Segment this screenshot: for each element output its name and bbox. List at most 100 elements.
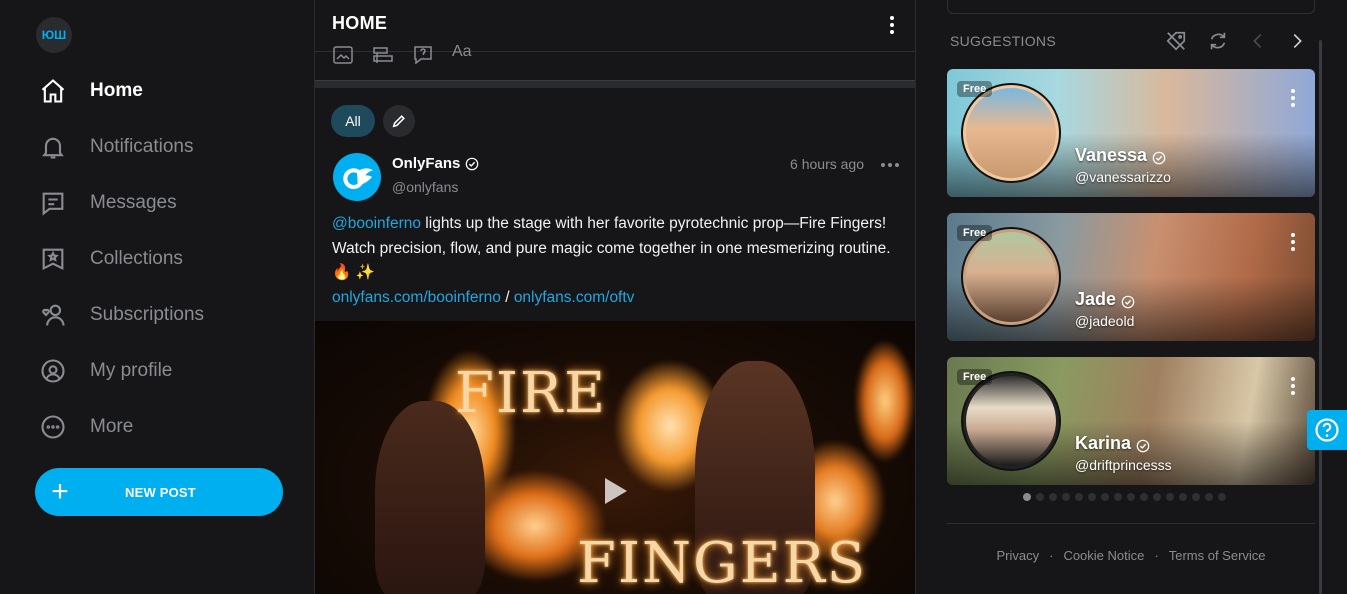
pagination-dot[interactable] <box>1127 493 1135 501</box>
post-header: OnlyFans @onlyfans 6 hours ago <box>333 153 899 203</box>
post-timestamp: 6 hours ago <box>790 156 864 172</box>
pagination-dot[interactable] <box>1023 493 1031 501</box>
message-icon <box>38 188 68 218</box>
sidebar-item-my-profile[interactable]: My profile <box>38 343 204 399</box>
right-column: SUGGESTIONS Free Vanessa @vanessarizzo F… <box>916 0 1347 594</box>
card-menu-icon[interactable] <box>1291 89 1295 107</box>
chevron-right-icon[interactable] <box>1286 30 1308 57</box>
profile-link[interactable]: onlyfans.com/booinferno <box>332 289 501 306</box>
pagination-dot[interactable] <box>1218 493 1226 501</box>
sidebar-item-collections[interactable]: Collections <box>38 231 204 287</box>
pagination-dot[interactable] <box>1166 493 1174 501</box>
new-post-button[interactable]: + NEW POST <box>35 468 283 516</box>
feed-filters: All <box>331 105 415 137</box>
suggestions-title: SUGGESTIONS <box>950 33 1056 49</box>
post-video[interactable]: FIRE FINGERS <box>315 321 915 594</box>
pagination-dot[interactable] <box>1036 493 1044 501</box>
profile-icon <box>38 356 68 386</box>
free-badge: Free <box>957 81 993 97</box>
card-name: Karina <box>1075 433 1150 454</box>
video-title-top: FIRE <box>455 361 608 426</box>
sidebar-item-notifications[interactable]: Notifications <box>38 119 204 175</box>
post-author-handle[interactable]: @onlyfans <box>392 179 458 195</box>
free-badge: Free <box>957 369 993 385</box>
feed-header: HOME <box>315 0 915 52</box>
sidebar-item-label: Home <box>90 80 143 101</box>
sidebar: ЮШ Home Notifications Messages Collectio… <box>0 0 314 594</box>
cookie-notice-link[interactable]: Cookie Notice <box>1063 548 1144 563</box>
quiz-icon[interactable] <box>413 46 435 66</box>
pagination-dot[interactable] <box>1075 493 1083 501</box>
feed: HOME Aa All OnlyFans @onlyfans 6 hours a… <box>314 0 916 594</box>
image-icon[interactable] <box>333 46 355 66</box>
terms-link[interactable]: Terms of Service <box>1169 548 1266 563</box>
edit-filters-button[interactable] <box>383 105 415 137</box>
search-input[interactable] <box>947 0 1315 14</box>
card-name-text: Jade <box>1075 289 1117 309</box>
pagination-dot[interactable] <box>1101 493 1109 501</box>
post-author-name: OnlyFans <box>392 155 461 172</box>
link-separator: / <box>500 288 514 306</box>
free-offer-tag-icon[interactable] <box>1165 30 1187 57</box>
sidebar-nav: Home Notifications Messages Collections … <box>38 63 204 455</box>
poll-icon[interactable] <box>373 46 395 66</box>
pagination-dot[interactable] <box>1205 493 1213 501</box>
sidebar-item-more[interactable]: More <box>38 399 204 455</box>
sidebar-item-label: Notifications <box>90 136 194 157</box>
scrollbar[interactable] <box>1319 40 1322 594</box>
mention-link[interactable]: @booinferno <box>332 215 421 232</box>
verified-icon <box>1136 437 1150 452</box>
divider <box>947 523 1315 524</box>
post-author[interactable]: OnlyFans <box>392 155 479 172</box>
feed-menu-icon[interactable] <box>890 16 894 34</box>
verified-icon <box>1121 293 1135 308</box>
onlyfans-logo-icon <box>343 168 373 190</box>
user-avatar[interactable]: ЮШ <box>36 17 72 53</box>
suggestion-card[interactable]: Free Vanessa @vanessarizzo <box>947 69 1315 197</box>
verified-icon <box>465 157 479 171</box>
suggestion-card[interactable]: Free Karina @driftprincesss <box>947 357 1315 485</box>
pagination-dot[interactable] <box>1192 493 1200 501</box>
help-icon <box>1315 418 1339 442</box>
post-author-avatar[interactable] <box>333 153 381 201</box>
pagination-dot[interactable] <box>1114 493 1122 501</box>
pagination-dot[interactable] <box>1153 493 1161 501</box>
sidebar-item-label: Messages <box>90 192 177 213</box>
card-avatar <box>961 371 1061 471</box>
filter-all-chip[interactable]: All <box>331 105 375 137</box>
post-menu-icon[interactable] <box>881 163 899 167</box>
footer-separator: · <box>1049 548 1054 563</box>
sidebar-item-label: More <box>90 416 134 437</box>
card-name-text: Vanessa <box>1075 145 1148 165</box>
pagination-dot[interactable] <box>1140 493 1148 501</box>
privacy-link[interactable]: Privacy <box>996 548 1039 563</box>
subscriptions-icon <box>38 300 68 330</box>
help-button[interactable] <box>1307 410 1347 450</box>
card-name-text: Karina <box>1075 433 1132 453</box>
card-menu-icon[interactable] <box>1291 233 1295 251</box>
suggestion-card[interactable]: Free Jade @jadeold <box>947 213 1315 341</box>
pagination-dot[interactable] <box>1062 493 1070 501</box>
sidebar-item-messages[interactable]: Messages <box>38 175 204 231</box>
refresh-icon[interactable] <box>1207 30 1229 57</box>
flame-shape <box>855 341 915 461</box>
sidebar-item-subscriptions[interactable]: Subscriptions <box>38 287 204 343</box>
card-menu-icon[interactable] <box>1291 377 1295 395</box>
play-icon[interactable] <box>605 478 627 504</box>
pencil-icon <box>392 115 405 128</box>
page-title: HOME <box>332 13 388 33</box>
sidebar-item-label: My profile <box>90 360 173 381</box>
home-icon <box>38 76 68 106</box>
pagination-dot[interactable] <box>1049 493 1057 501</box>
plus-icon: + <box>51 475 69 508</box>
video-title-bottom: FINGERS <box>577 531 868 594</box>
card-name: Vanessa <box>1075 145 1166 166</box>
pagination-dot[interactable] <box>1088 493 1096 501</box>
suggestions-pagination[interactable] <box>1023 493 1226 501</box>
chevron-left-icon[interactable] <box>1247 30 1269 57</box>
text-format-icon[interactable]: Aa <box>452 43 474 63</box>
oftv-link[interactable]: onlyfans.com/oftv <box>514 289 635 306</box>
sidebar-item-home[interactable]: Home <box>38 63 204 119</box>
collections-icon <box>38 244 68 274</box>
pagination-dot[interactable] <box>1179 493 1187 501</box>
